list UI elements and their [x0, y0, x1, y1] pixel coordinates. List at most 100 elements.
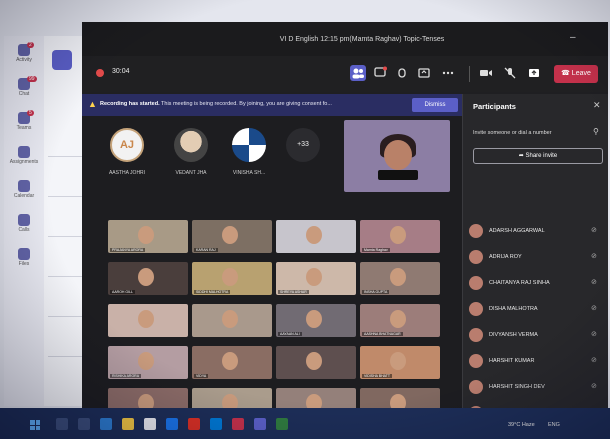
- edge-icon[interactable]: [100, 418, 112, 430]
- chat-button[interactable]: [372, 65, 388, 81]
- camera-button[interactable]: [478, 65, 494, 81]
- participant-row[interactable]: CHAITANYA RAJ SINHA ⊘: [469, 274, 605, 294]
- excel-icon[interactable]: [276, 418, 288, 430]
- phone-hangup-icon: ☎: [561, 70, 572, 77]
- avatar: [469, 354, 483, 368]
- participant-row[interactable]: HARSHIT SINGH DEV ⊘: [469, 378, 605, 398]
- video-tile[interactable]: [276, 346, 356, 379]
- folder-icon[interactable]: [122, 418, 134, 430]
- video-tile[interactable]: PRAJANYA ARORA: [108, 220, 188, 253]
- more-participants-button[interactable]: +33: [286, 128, 320, 162]
- more-button[interactable]: [440, 65, 456, 81]
- participant-row[interactable]: DIVYANSH VERMA ⊘: [469, 326, 605, 346]
- participant-row[interactable]: HARSHIT KUMAR ⊘: [469, 352, 605, 372]
- video-tile[interactable]: VIDYA: [192, 346, 272, 379]
- share-tray-button[interactable]: [526, 65, 542, 81]
- avatar[interactable]: [174, 128, 208, 162]
- participant-figure: [390, 268, 406, 286]
- video-grid: PRAJANYA ARORA KARAN RAJ Mamta Raghav AAROH…: [108, 220, 444, 421]
- rail-activity[interactable]: Activity 2: [6, 42, 42, 74]
- presenter-face: [384, 140, 412, 170]
- video-tile[interactable]: [276, 220, 356, 253]
- participant-name: CHAITANYA RAJ SINHA: [489, 280, 550, 286]
- share-invite-button[interactable]: ➦ Share invite: [473, 148, 603, 164]
- windows-start-icon[interactable]: [30, 420, 40, 430]
- rail-calls[interactable]: Calls: [6, 212, 42, 244]
- share-button[interactable]: [416, 65, 432, 81]
- video-tile[interactable]: KARAN RAJ: [192, 220, 272, 253]
- share-screen-icon: [418, 68, 430, 78]
- participant-row[interactable]: DISHA MALHOTRA ⊘: [469, 300, 605, 320]
- participant-figure: [306, 268, 322, 286]
- chrome-icon[interactable]: [166, 418, 178, 430]
- close-icon[interactable]: ✕: [593, 100, 601, 111]
- rail-calendar[interactable]: Calendar: [6, 178, 42, 210]
- rail-label: Chat: [18, 91, 30, 97]
- minimize-button[interactable]: –: [570, 32, 576, 43]
- rail-label: Calendar: [13, 193, 35, 199]
- video-tile[interactable]: VIDISHA BHATT: [360, 346, 440, 379]
- toolbar-divider: [469, 66, 470, 82]
- search-icon[interactable]: [56, 418, 68, 430]
- camera-icon: [480, 70, 492, 76]
- participants-button[interactable]: [350, 65, 366, 81]
- mic-off-icon: ⊘: [591, 305, 597, 312]
- rail-label: Activity: [16, 57, 32, 63]
- presenter-video[interactable]: [344, 120, 450, 192]
- video-tile[interactable]: Mamta Raghav: [360, 220, 440, 253]
- dismiss-button[interactable]: Dismiss: [412, 98, 458, 112]
- avatar[interactable]: AJ: [110, 128, 144, 162]
- video-tile[interactable]: AAROH GILL: [108, 262, 188, 295]
- video-tile[interactable]: SHREYA ASHAR: [276, 262, 356, 295]
- teams-icon[interactable]: [254, 418, 266, 430]
- leave-button[interactable]: ☎ Leave: [554, 65, 598, 83]
- teams-badge: 5: [27, 110, 34, 116]
- mic-off-icon: ⊘: [591, 383, 597, 390]
- participant-name: HARSHIT SINGH DEV: [489, 384, 545, 390]
- tile-name: AASHNA BHATNAGAR: [362, 332, 403, 336]
- share-icon: ➦: [518, 153, 526, 159]
- video-tile[interactable]: [108, 304, 188, 337]
- mail-icon[interactable]: [210, 418, 222, 430]
- video-tile[interactable]: SIDDHI MALHOTRA: [192, 262, 272, 295]
- participant-figure: [390, 310, 406, 328]
- rail-label: Assignments: [9, 159, 39, 165]
- mic-off-icon: ⊘: [591, 279, 597, 286]
- invite-input[interactable]: Invite someone or dial a number: [473, 130, 552, 136]
- mic-off-icon: ⊘: [591, 357, 597, 364]
- video-tile[interactable]: AASHNA BHATNAGAR: [360, 304, 440, 337]
- mic-off-icon: [504, 67, 516, 79]
- mic-off-icon: ⊘: [591, 227, 597, 234]
- participant-row[interactable]: ADARSH AGGARWAL ⊘: [469, 222, 605, 242]
- task-view-icon[interactable]: [78, 418, 90, 430]
- rail-assignments[interactable]: Assignments: [6, 144, 42, 176]
- rail-files[interactable]: Files: [6, 246, 42, 278]
- avatar: [469, 328, 483, 342]
- video-tile[interactable]: INSHA GUPTA: [360, 262, 440, 295]
- tile-name: VIDYA: [194, 374, 209, 378]
- hand-icon: [398, 68, 406, 78]
- weather-status[interactable]: 39°C Haze: [508, 422, 535, 428]
- rail-chat[interactable]: Chat 99: [6, 76, 42, 108]
- video-tile[interactable]: AAYAAN ALI: [276, 304, 356, 337]
- app-icon[interactable]: [188, 418, 200, 430]
- participant-figure: [138, 310, 154, 328]
- video-tile[interactable]: [192, 304, 272, 337]
- tile-name: AAYAAN ALI: [278, 332, 302, 336]
- participant-row[interactable]: ADRIJA ROY ⊘: [469, 248, 605, 268]
- avatar: [469, 250, 483, 264]
- mic-button[interactable]: [502, 65, 518, 81]
- windows-taskbar: 39°C Haze ENG: [0, 408, 610, 439]
- system-tray[interactable]: ENG: [548, 422, 560, 428]
- share-invite-label: Share invite: [525, 153, 558, 159]
- pdf-icon[interactable]: [232, 418, 244, 430]
- rail-teams[interactable]: Teams 5: [6, 110, 42, 142]
- video-tile[interactable]: RISHIKA ARORA: [108, 346, 188, 379]
- participant-figure: [222, 226, 238, 244]
- reactions-button[interactable]: [394, 65, 410, 81]
- store-icon[interactable]: [144, 418, 156, 430]
- search-icon[interactable]: ⚲: [593, 127, 599, 136]
- recording-dot-icon: [96, 69, 104, 77]
- avatar[interactable]: [232, 128, 266, 162]
- meeting-title: VI D English 12:15 pm(Mamta Raghav) Topi…: [279, 36, 445, 43]
